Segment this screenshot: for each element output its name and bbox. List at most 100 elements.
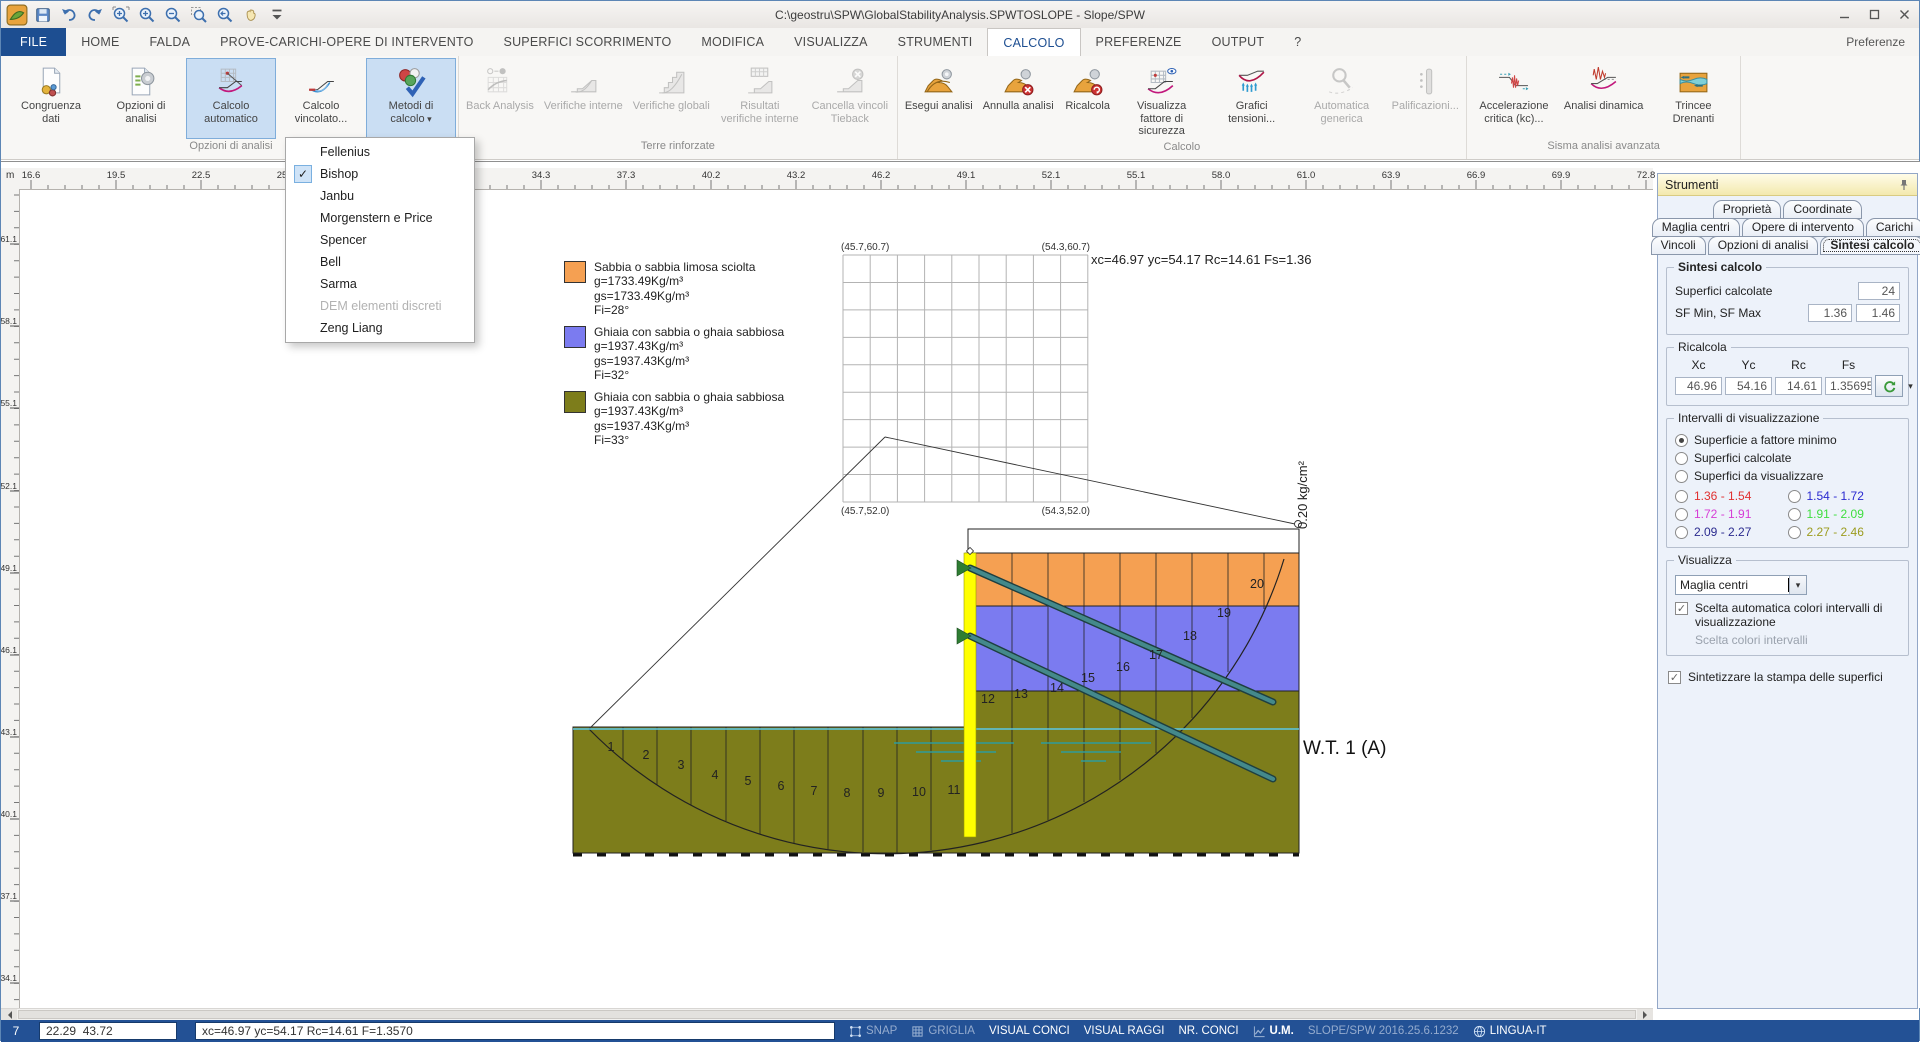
radio-option-superfici-da-visualizzare[interactable]: Superfici da visualizzare bbox=[1675, 469, 1900, 483]
panel-tab-sintesi-calcolo[interactable]: Sintesi calcolo bbox=[1820, 236, 1920, 255]
scroll-right-icon[interactable] bbox=[1637, 1009, 1653, 1020]
menu-item-spencer[interactable]: Spencer bbox=[286, 229, 474, 251]
menu-item-janbu[interactable]: Janbu bbox=[286, 185, 474, 207]
radio-option-superficie-a-fattore-minimo[interactable]: Superficie a fattore minimo bbox=[1675, 433, 1900, 447]
xc-input[interactable]: 46.96 bbox=[1675, 377, 1722, 395]
status-item-visual-conci[interactable]: VISUAL CONCI bbox=[989, 1025, 1070, 1037]
menu-item-bishop[interactable]: Bishop bbox=[286, 163, 474, 185]
menu-item-sarma[interactable]: Sarma bbox=[286, 273, 474, 295]
redo-icon[interactable] bbox=[83, 3, 107, 27]
radio-icon[interactable] bbox=[1675, 490, 1688, 503]
range-option-2-27-2-46[interactable]: 2.27 - 2.46 bbox=[1788, 525, 1901, 539]
radio-icon[interactable] bbox=[1675, 434, 1688, 447]
range-option-1-91-2-09[interactable]: 1.91 - 2.09 bbox=[1788, 507, 1901, 521]
status-item-griglia[interactable]: GRIGLIA bbox=[911, 1025, 975, 1038]
range-option-1-72-1-91[interactable]: 1.72 - 1.91 bbox=[1675, 507, 1788, 521]
tab-home[interactable]: HOME bbox=[66, 28, 134, 56]
ribbon-calcolo-vincolato-button[interactable]: Calcolo vincolato... bbox=[276, 58, 366, 139]
tab-falda[interactable]: FALDA bbox=[135, 28, 206, 56]
ribbon-annulla-analisi-button[interactable]: Annulla analisi bbox=[978, 58, 1059, 140]
tab-visualizza[interactable]: VISUALIZZA bbox=[779, 28, 883, 56]
fs-input[interactable]: 1.35695 bbox=[1825, 377, 1872, 395]
rc-input[interactable]: 14.61 bbox=[1775, 377, 1822, 395]
scroll-left-icon[interactable] bbox=[1, 1009, 17, 1020]
ribbon-trincee-drenanti-button[interactable]: Trincee Drenanti bbox=[1648, 58, 1738, 139]
panel-tab-opere-di-intervento[interactable]: Opere di intervento bbox=[1742, 218, 1864, 237]
pin-icon[interactable] bbox=[1898, 179, 1910, 191]
radio-icon[interactable] bbox=[1675, 452, 1688, 465]
tab-superfici-scorrimento[interactable]: SUPERFICI SCORRIMENTO bbox=[489, 28, 687, 56]
tab-calcolo[interactable]: CALCOLO bbox=[987, 28, 1080, 56]
tab-strumenti[interactable]: STRUMENTI bbox=[883, 28, 988, 56]
horizontal-scrollbar[interactable] bbox=[1, 1008, 1653, 1020]
tab-file[interactable]: FILE bbox=[1, 28, 66, 56]
radio-icon[interactable] bbox=[1788, 490, 1801, 503]
recalculate-button[interactable] bbox=[1875, 375, 1903, 397]
radio-icon[interactable] bbox=[1675, 508, 1688, 521]
app-logo-icon[interactable] bbox=[5, 3, 29, 27]
range-option-1-36-1-54[interactable]: 1.36 - 1.54 bbox=[1675, 489, 1788, 503]
close-button[interactable] bbox=[1889, 3, 1919, 27]
panel-tab-vincoli[interactable]: Vincoli bbox=[1651, 236, 1706, 255]
maximize-button[interactable] bbox=[1859, 3, 1889, 27]
sf-min-value[interactable]: 1.36 bbox=[1808, 304, 1852, 322]
scrollbar-thumb[interactable] bbox=[18, 1010, 1636, 1019]
status-item-snap[interactable]: SNAP bbox=[849, 1025, 897, 1038]
zoom-extents-icon[interactable] bbox=[109, 3, 133, 27]
visualizza-combo[interactable]: Maglia centri ▾ bbox=[1675, 575, 1807, 595]
status-item-visual-raggi[interactable]: VISUAL RAGGI bbox=[1084, 1025, 1165, 1037]
panel-tab-maglia-centri[interactable]: Maglia centri bbox=[1652, 218, 1740, 237]
minimize-button[interactable] bbox=[1829, 3, 1859, 27]
tab-output[interactable]: OUTPUT bbox=[1197, 28, 1280, 56]
panel-tab-opzioni-di-analisi[interactable]: Opzioni di analisi bbox=[1708, 236, 1819, 255]
radio-option-superfici-calcolate[interactable]: Superfici calcolate bbox=[1675, 451, 1900, 465]
menu-item-morgenstern-e-price[interactable]: Morgenstern e Price bbox=[286, 207, 474, 229]
radio-icon[interactable] bbox=[1675, 526, 1688, 539]
panel-tab-propriet[interactable]: Proprietà bbox=[1713, 200, 1782, 219]
yc-input[interactable]: 54.16 bbox=[1725, 377, 1772, 395]
tab-prove-carichi-opere-di-intervento[interactable]: PROVE-CARICHI-OPERE DI INTERVENTO bbox=[205, 28, 488, 56]
tab-[interactable]: ? bbox=[1279, 28, 1316, 56]
menu-item-zeng-liang[interactable]: Zeng Liang bbox=[286, 317, 474, 339]
panel-tab-carichi[interactable]: Carichi bbox=[1866, 218, 1920, 237]
ribbon-metodi-di-calcolo-button[interactable]: Metodi di calcolo ▾ bbox=[366, 58, 456, 139]
ribbon-grafici-tensioni-button[interactable]: Grafici tensioni... bbox=[1207, 58, 1297, 140]
sintetizzare-checkbox[interactable] bbox=[1668, 671, 1681, 684]
menu-item-bell[interactable]: Bell bbox=[286, 251, 474, 273]
ribbon-accelerazione-critica-kc-button[interactable]: Accelerazione critica (kc)... bbox=[1469, 58, 1559, 139]
tab-preferenze[interactable]: PREFERENZE bbox=[1081, 28, 1197, 56]
ribbon-ricalcola-button[interactable]: Ricalcola bbox=[1059, 58, 1117, 140]
range-option-1-54-1-72[interactable]: 1.54 - 1.72 bbox=[1788, 489, 1901, 503]
menu-item-fellenius[interactable]: Fellenius bbox=[286, 141, 474, 163]
zoom-in-icon[interactable] bbox=[135, 3, 159, 27]
status-item-slope-spw-2016-25-6-1232[interactable]: SLOPE/SPW 2016.25.6.1232 bbox=[1308, 1025, 1459, 1037]
save-icon[interactable] bbox=[31, 3, 55, 27]
tab-modifica[interactable]: MODIFICA bbox=[686, 28, 779, 56]
range-option-2-09-2-27[interactable]: 2.09 - 2.27 bbox=[1675, 525, 1788, 539]
zoom-out-icon[interactable] bbox=[161, 3, 185, 27]
recalculate-dropdown-button[interactable]: ▾ bbox=[1903, 376, 1918, 396]
zoom-window-icon[interactable] bbox=[187, 3, 211, 27]
zoom-previous-icon[interactable] bbox=[213, 3, 237, 27]
chevron-down-icon[interactable]: ▾ bbox=[1789, 576, 1806, 594]
radio-icon[interactable] bbox=[1675, 470, 1688, 483]
undo-icon[interactable] bbox=[57, 3, 81, 27]
panel-tab-coordinate[interactable]: Coordinate bbox=[1783, 200, 1862, 219]
ribbon-visualizza-fattore-di-sicurezza-button[interactable]: Visualizza fattore di sicurezza bbox=[1117, 58, 1207, 140]
preferences-label[interactable]: Preferenze bbox=[1846, 28, 1905, 56]
radio-icon[interactable] bbox=[1788, 526, 1801, 539]
radio-icon[interactable] bbox=[1788, 508, 1801, 521]
ribbon-analisi-dinamica-button[interactable]: Analisi dinamica bbox=[1559, 58, 1648, 139]
auto-colors-checkbox[interactable] bbox=[1675, 602, 1688, 615]
pan-icon[interactable] bbox=[239, 3, 263, 27]
superfici-calcolate-value[interactable]: 24 bbox=[1858, 282, 1900, 300]
qat-more-icon[interactable] bbox=[265, 3, 289, 27]
ribbon-esegui-analisi-button[interactable]: Esegui analisi bbox=[900, 58, 978, 140]
status-item-u-m[interactable]: U.M. bbox=[1253, 1025, 1294, 1038]
status-item-nr-conci[interactable]: NR. CONCI bbox=[1178, 1025, 1238, 1037]
ribbon-opzioni-di-analisi-button[interactable]: Opzioni di analisi bbox=[96, 58, 186, 139]
ribbon-calcolo-automatico-button[interactable]: Calcolo automatico bbox=[186, 58, 276, 139]
status-item-lingua-it[interactable]: LINGUA-IT bbox=[1473, 1025, 1547, 1038]
sf-max-value[interactable]: 1.46 bbox=[1856, 304, 1900, 322]
ribbon-congruenza-dati-button[interactable]: Congruenza dati bbox=[6, 58, 96, 139]
